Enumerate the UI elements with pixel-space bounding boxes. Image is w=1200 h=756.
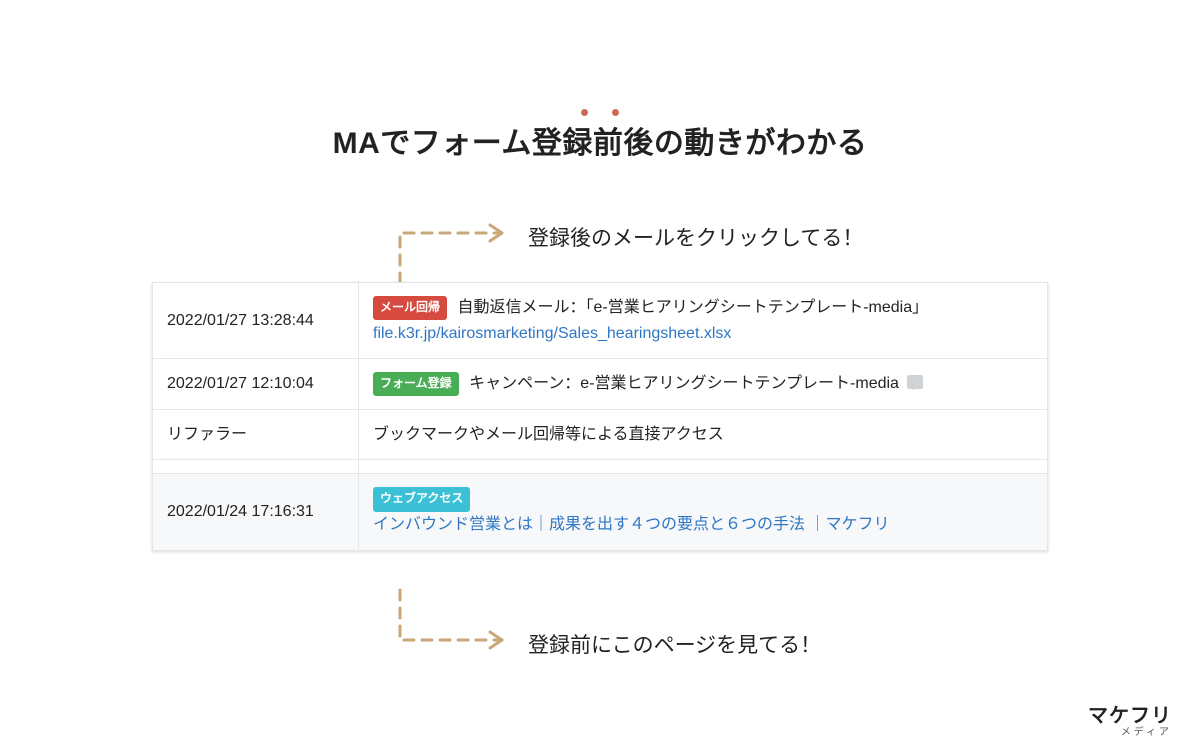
table-row: 2022/01/24 17:16:31 ウェブアクセス インバウンド営業とは｜成…: [153, 474, 1048, 550]
page-title: MAでフォーム登録前後の動きがわかる: [0, 118, 1200, 162]
timestamp-cell: 2022/01/27 13:28:44: [153, 283, 359, 359]
tag-web-access: ウェブアクセス: [373, 487, 470, 511]
row2-desc: キャンペーン：e-営業ヒアリングシートテンプレート-media: [469, 375, 899, 392]
label-cell: リファラー: [153, 409, 359, 460]
row1-link[interactable]: file.k3r.jp/kairosmarketing/Sales_hearin…: [373, 325, 731, 342]
tag-mail-return: メール回帰: [373, 296, 447, 320]
timestamp-cell: 2022/01/27 12:10:04: [153, 359, 359, 410]
tag-form-register: フォーム登録: [373, 372, 459, 396]
table-row: リファラー ブックマークやメール回帰等による直接アクセス: [153, 409, 1048, 460]
brand-name: マケフリ: [1088, 706, 1172, 726]
detail-cell: フォーム登録 キャンペーン：e-営業ヒアリングシートテンプレート-media: [359, 359, 1048, 410]
annotation-bottom: 登録前にこのページを見てる！: [528, 629, 821, 659]
brand-logo: マケフリ メディア: [1088, 706, 1172, 738]
timestamp-cell: 2022/01/24 17:16:31: [153, 474, 359, 550]
comment-icon[interactable]: [907, 375, 923, 389]
detail-cell: ブックマークやメール回帰等による直接アクセス: [359, 409, 1048, 460]
annotation-top: 登録後のメールをクリックしてる！: [528, 222, 863, 252]
table-row: 2022/01/27 13:28:44 メール回帰 自動返信メール：「e-営業ヒ…: [153, 283, 1048, 359]
row4-link[interactable]: インバウンド営業とは｜成果を出す４つの要点と６つの手法 ｜マケフリ: [373, 516, 889, 533]
arrow-top: [390, 213, 520, 293]
arrow-bottom: [390, 580, 520, 660]
table-row: 2022/01/27 12:10:04 フォーム登録 キャンペーン：e-営業ヒア…: [153, 359, 1048, 410]
detail-cell: メール回帰 自動返信メール：「e-営業ヒアリングシートテンプレート-media」…: [359, 283, 1048, 359]
brand-sub: メディア: [1088, 728, 1172, 738]
activity-table: 2022/01/27 13:28:44 メール回帰 自動返信メール：「e-営業ヒ…: [152, 282, 1048, 551]
detail-cell: ウェブアクセス インバウンド営業とは｜成果を出す４つの要点と６つの手法 ｜マケフ…: [359, 474, 1048, 550]
row1-desc: 自動返信メール：「e-営業ヒアリングシートテンプレート-media」: [457, 299, 928, 316]
spacer-row: [153, 460, 1048, 474]
